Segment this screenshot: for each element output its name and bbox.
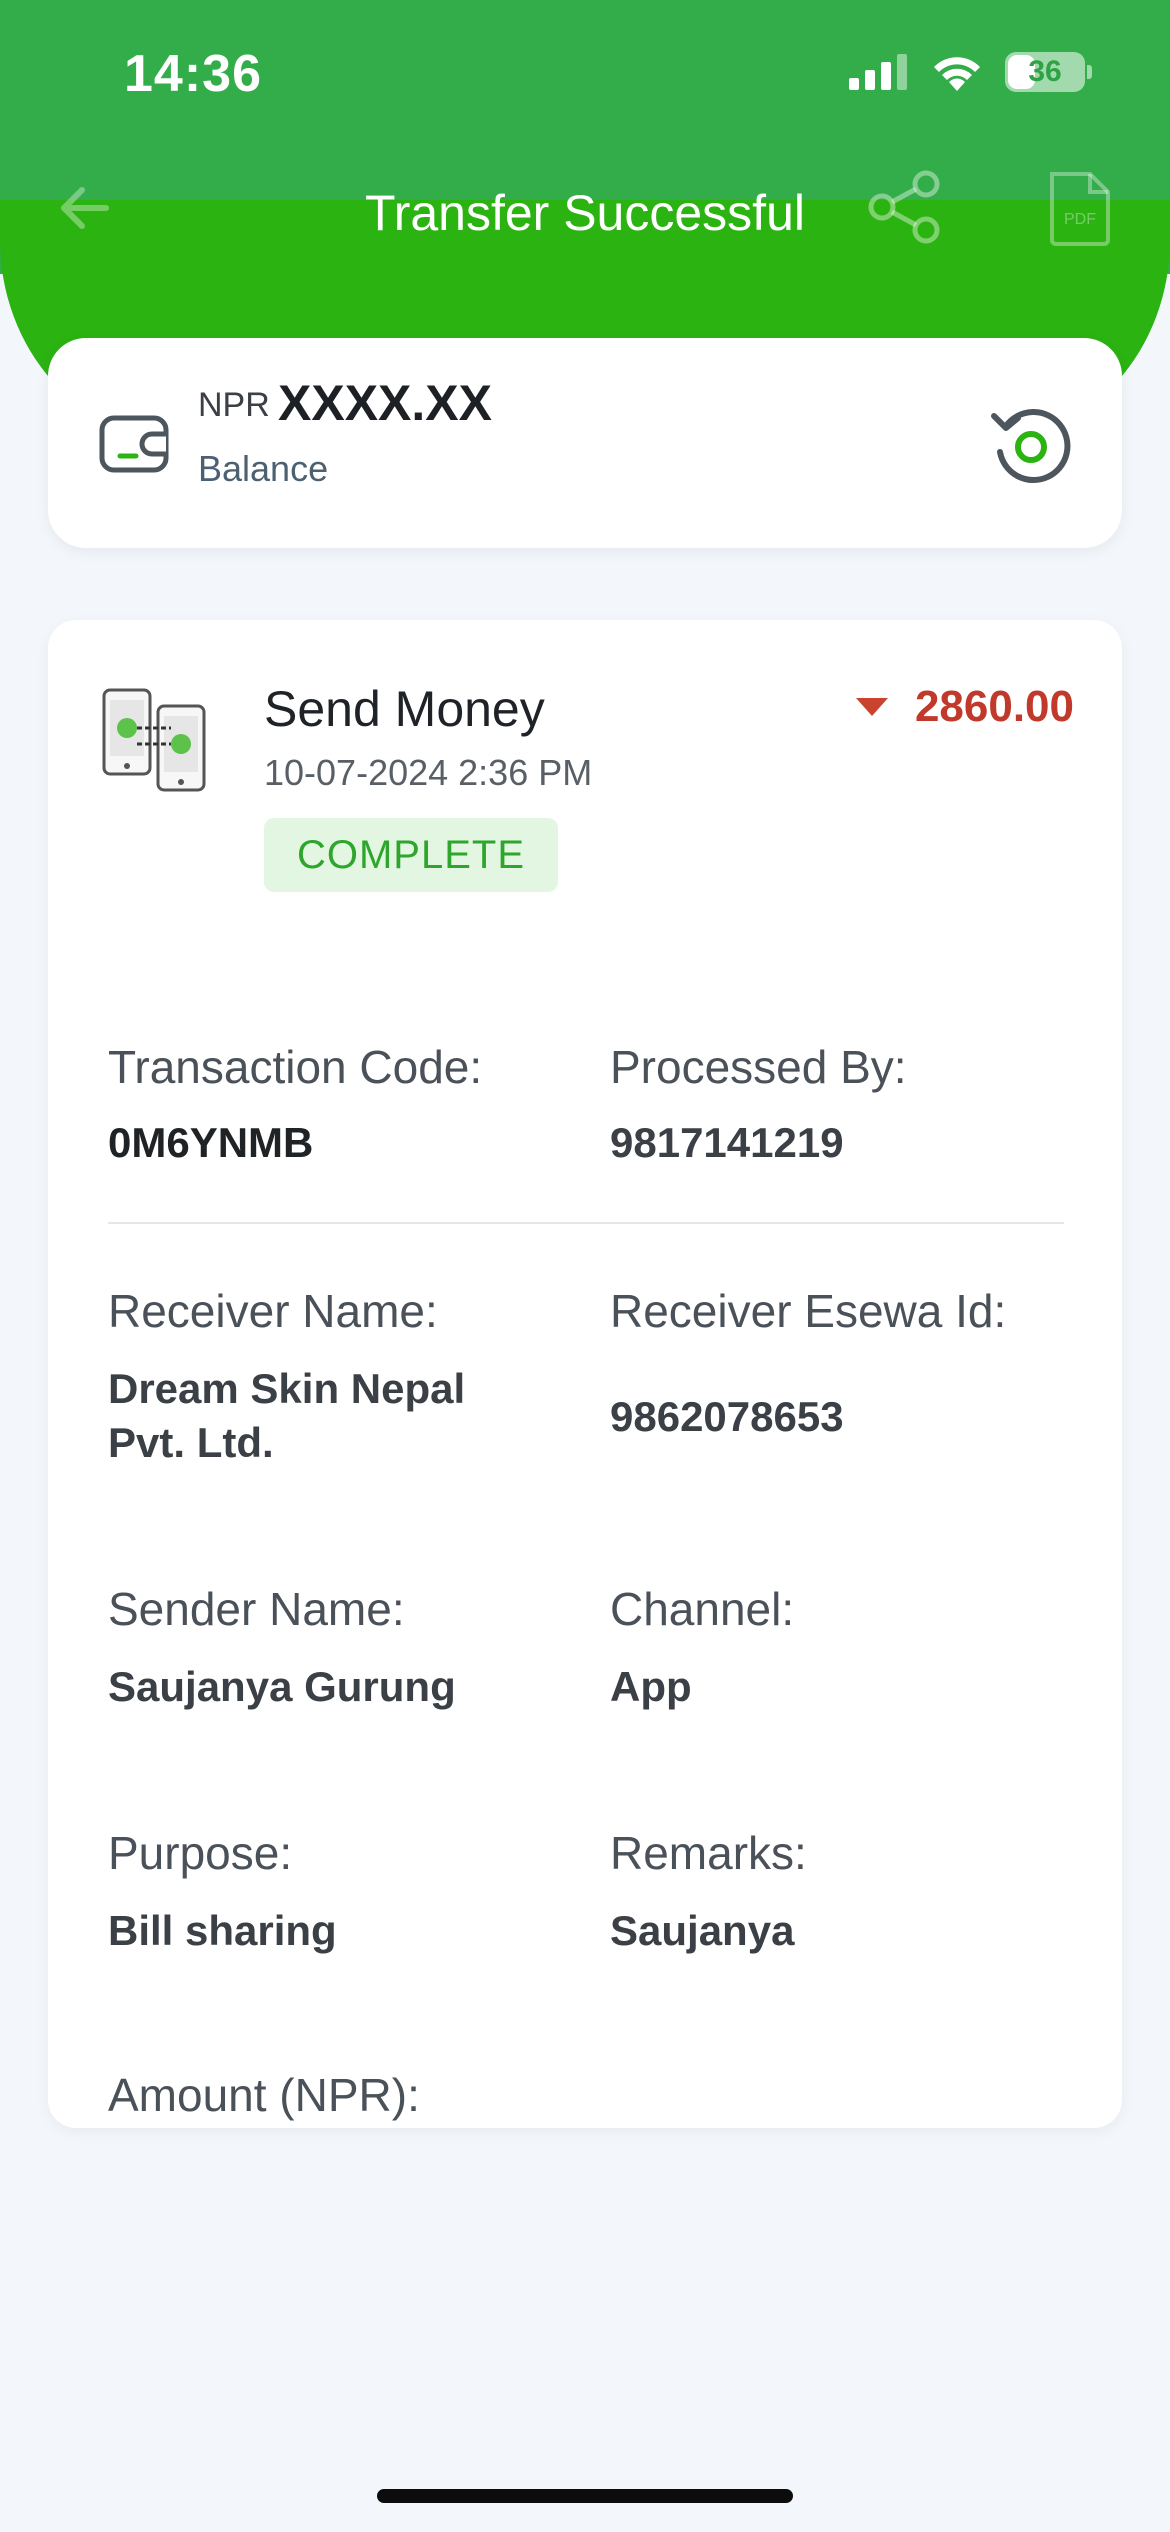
transaction-code-label: Transaction Code: <box>108 1041 483 1093</box>
balance-card: NPR XXXX.XX Balance <box>48 338 1122 548</box>
transaction-card: Send Money 10-07-2024 2:36 PM COMPLETE 2… <box>48 620 1122 2128</box>
page-title: Transfer Successful <box>365 185 805 241</box>
receiver-name-value: Dream Skin Nepal Pvt. Ltd. <box>108 1365 466 1466</box>
refresh-icon[interactable] <box>988 402 1074 488</box>
channel-value: App <box>610 1663 692 1710</box>
debit-arrow-icon <box>856 698 888 716</box>
wallet-icon <box>99 415 169 473</box>
divider <box>108 1222 1064 1224</box>
sender-name-value: Saujanya Gurung <box>108 1663 456 1710</box>
status-icons: 36 <box>849 52 1092 92</box>
send-money-icon <box>102 688 206 792</box>
transaction-date: 10-07-2024 2:36 PM <box>264 752 593 793</box>
battery-nub <box>1087 65 1092 79</box>
share-icon[interactable] <box>866 170 946 244</box>
battery-indicator: 36 <box>1005 52 1085 92</box>
pdf-icon[interactable]: PDF <box>1046 170 1112 246</box>
receiver-esewa-id-label: Receiver Esewa Id: <box>610 1285 1007 1337</box>
sender-name-label: Sender Name: <box>108 1583 405 1635</box>
signal-icon <box>849 54 907 90</box>
transaction-type: Send Money <box>264 681 545 737</box>
status-badge: COMPLETE <box>264 818 558 892</box>
balance-amount: XXXX.XX <box>278 375 492 431</box>
receiver-esewa-id-value: 9862078653 <box>610 1393 844 1440</box>
balance-currency: NPR <box>198 386 270 424</box>
wifi-icon <box>934 57 980 91</box>
balance-label: Balance <box>198 448 329 489</box>
transaction-amount: 2860.00 <box>914 682 1074 731</box>
transaction-code-value: 0M6YNMB <box>108 1119 314 1166</box>
channel-label: Channel: <box>610 1583 795 1635</box>
amount-npr-label: Amount (NPR): <box>108 2069 420 2121</box>
purpose-label: Purpose: <box>108 1827 293 1879</box>
purpose-value: Bill sharing <box>108 1907 337 1954</box>
remarks-value: Saujanya <box>610 1907 795 1954</box>
processed-by-value: 9817141219 <box>610 1119 844 1166</box>
battery-level: 36 <box>1028 55 1062 88</box>
processed-by-label: Processed By: <box>610 1041 907 1093</box>
remarks-label: Remarks: <box>610 1827 807 1879</box>
svg-text:PDF: PDF <box>1064 211 1096 228</box>
home-indicator[interactable] <box>377 2489 793 2503</box>
battery-icon: 36 <box>1005 52 1092 92</box>
status-time: 14:36 <box>124 45 262 103</box>
receiver-name-label: Receiver Name: <box>108 1285 438 1337</box>
